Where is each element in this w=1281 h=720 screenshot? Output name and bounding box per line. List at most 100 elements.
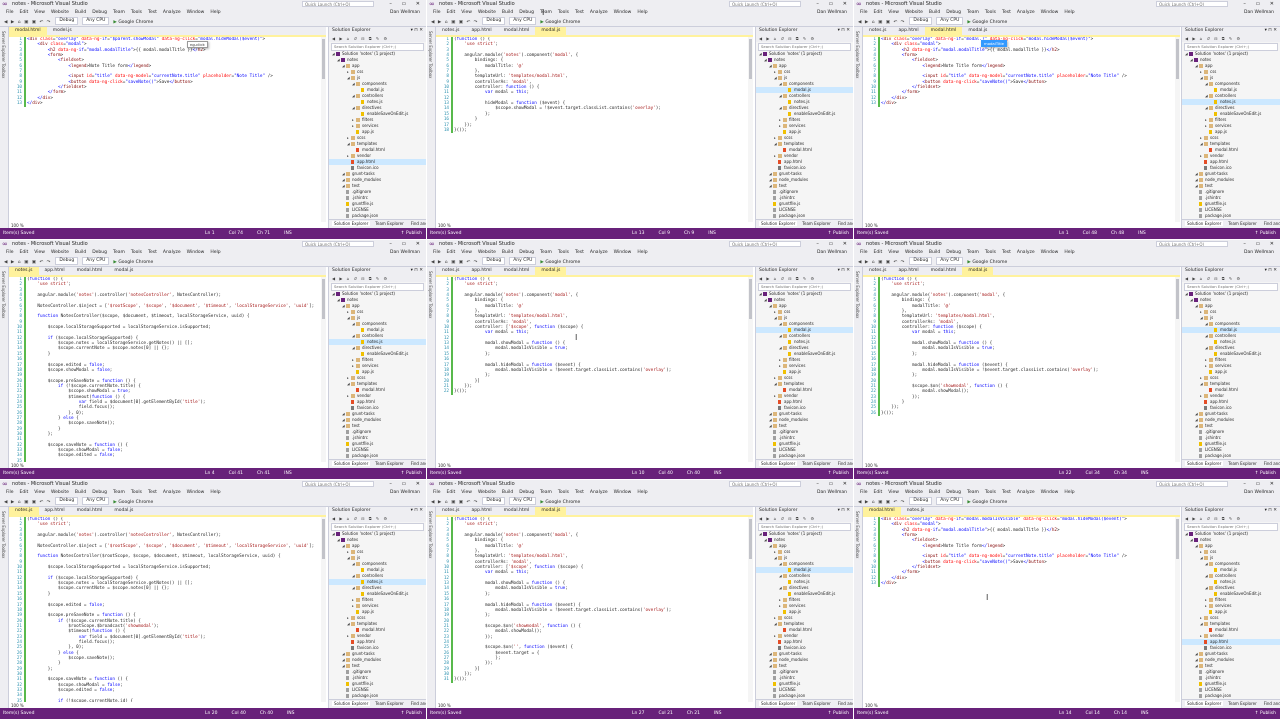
menu-item[interactable]: Website — [478, 10, 496, 15]
editor-scrollbar[interactable] — [321, 37, 326, 222]
menu-item[interactable]: Window — [614, 250, 632, 255]
menu-item[interactable]: Help — [637, 250, 647, 255]
code-area[interactable]: 1 2 3 4 5 6 7 8 9 10 11 12 13 14 15 16 17 18 19 20 21 22 23 24 2… — [436, 517, 747, 702]
panel-tab[interactable]: Team Explorer — [800, 221, 833, 226]
editor-tab[interactable]: notes.js — [863, 267, 893, 275]
menu-item[interactable]: Tools — [985, 10, 996, 15]
toolbar-icons[interactable]: ◀ ▶ ⌂ ▣ ▣ ↶ ↷ — [4, 500, 51, 505]
user-name[interactable]: Dan Wellman — [390, 249, 420, 257]
menu-item[interactable]: Team — [113, 250, 125, 255]
panel-tab[interactable]: Find and Replace — [409, 701, 426, 706]
editor-tab[interactable]: app.html — [466, 27, 498, 35]
menu-item[interactable]: Analyze — [163, 490, 181, 495]
panel-tab[interactable]: Solution Explorer — [1185, 701, 1224, 706]
config-dropdown[interactable]: Debug — [909, 17, 933, 25]
code-area[interactable]: 1 2 3 4 5 6 7 8 9 10 11 12 13 14 15 16 17 18 (function () … — [436, 37, 747, 222]
quick-launch-input[interactable]: Quick Launch (Ctrl+Q) — [302, 481, 374, 487]
code-area[interactable]: 1 2 3 4 5 6 7 8 9 10 11 12 13 14 15 16 17 18 19 20 21 22 23 24 2… — [9, 517, 320, 702]
toolbar-icons[interactable]: ◀ ▶ ⌂ ▣ ▣ ↶ ↷ — [858, 500, 905, 505]
menu-item[interactable]: Window — [1041, 250, 1059, 255]
scrollbar-thumb[interactable] — [1176, 279, 1179, 319]
config-dropdown[interactable]: Debug — [909, 257, 933, 265]
code-area[interactable]: 1 2 3 4 5 6 7 8 9 10 11 12 13 14 15 16 17 18 19 20 21 22 (func… — [436, 277, 747, 462]
panel-tab[interactable]: Find and Replace — [1262, 701, 1280, 706]
solution-explorer-toolbar[interactable]: ◀ ▶ ⌂ ↺ ⊟ ⧉ ✎ ⚙ — [329, 515, 426, 522]
publish-button[interactable]: ↑ Publish — [1255, 228, 1276, 239]
scrollbar-thumb[interactable] — [749, 279, 752, 319]
run-button[interactable]: ▶ Google Chrome — [540, 500, 580, 505]
quick-launch-input[interactable]: Quick Launch (Ctrl+Q) — [1156, 481, 1228, 487]
menu-item[interactable]: Build — [929, 10, 940, 15]
source-code[interactable]: (function () { 'use strict'; angular.mod… — [27, 517, 320, 702]
menu-item[interactable]: View — [461, 490, 472, 495]
panel-tab[interactable]: Solution Explorer — [1185, 221, 1224, 226]
menu-item[interactable]: Analyze — [590, 250, 608, 255]
solution-explorer-toolbar[interactable]: ◀ ▶ ⌂ ↺ ⊟ ⧉ ✎ ⚙ — [756, 515, 853, 522]
menu-item[interactable]: Test — [1002, 250, 1011, 255]
panel-tab[interactable]: Solution Explorer — [759, 701, 798, 706]
menu-item[interactable]: Website — [51, 10, 69, 15]
config-dropdown[interactable]: Debug — [55, 257, 79, 265]
menu-item[interactable]: Help — [210, 10, 220, 15]
menu-item[interactable]: Debug — [92, 490, 107, 495]
solution-explorer-toolbar[interactable]: ◀ ▶ ⌂ ↺ ⊟ ⧉ ✎ ⚙ — [329, 35, 426, 42]
menu-item[interactable]: Test — [148, 490, 157, 495]
editor-tab[interactable]: app.html — [39, 507, 71, 515]
menu-item[interactable]: Help — [637, 10, 647, 15]
window-controls[interactable]: – ▭ ✕ — [1243, 240, 1278, 249]
platform-dropdown[interactable]: Any CPU — [936, 257, 964, 265]
editor-tab[interactable]: model.js — [47, 27, 78, 35]
side-tabs-label[interactable]: Server Explorer Toolbox — [428, 271, 433, 318]
editor-tab[interactable]: notes.js — [9, 507, 39, 515]
editor-scrollbar[interactable] — [321, 277, 326, 462]
window-controls[interactable]: – ▭ ✕ — [1243, 480, 1278, 489]
editor-scrollbar[interactable] — [321, 517, 326, 702]
toolbar-icons[interactable]: ◀ ▶ ⌂ ▣ ▣ ↶ ↷ — [431, 500, 478, 505]
publish-button[interactable]: ↑ Publish — [828, 228, 849, 239]
panel-tab[interactable]: Team Explorer — [1226, 221, 1259, 226]
publish-button[interactable]: ↑ Publish — [828, 468, 849, 479]
menu-item[interactable]: Window — [187, 490, 205, 495]
menu-item[interactable]: Debug — [92, 10, 107, 15]
source-code[interactable]: <div class="overlay" data-ng-if="modal.m… — [881, 517, 1174, 586]
menu-item[interactable]: View — [461, 250, 472, 255]
quick-launch-input[interactable]: Quick Launch (Ctrl+Q) — [1156, 1, 1228, 7]
solution-explorer-toolbar[interactable]: ◀ ▶ ⌂ ↺ ⊟ ⧉ ✎ ⚙ — [756, 275, 853, 282]
platform-dropdown[interactable]: Any CPU — [509, 497, 537, 505]
menu-item[interactable]: Analyze — [163, 10, 181, 15]
menu-item[interactable]: File — [6, 10, 14, 15]
panel-tab[interactable]: Solution Explorer — [332, 461, 371, 466]
solution-explorer-toolbar[interactable]: ◀ ▶ ⌂ ↺ ⊟ ⧉ ✎ ⚙ — [329, 275, 426, 282]
menu-item[interactable]: Website — [478, 250, 496, 255]
menu-item[interactable]: Build — [929, 490, 940, 495]
editor-tab[interactable]: modal.html — [863, 507, 901, 515]
toolbar-icons[interactable]: ◀ ▶ ⌂ ▣ ▣ ↶ ↷ — [858, 20, 905, 25]
panel-tab[interactable]: Solution Explorer — [759, 221, 798, 226]
menu-item[interactable]: File — [860, 490, 868, 495]
menu-item[interactable]: Help — [1064, 250, 1074, 255]
editor-tab[interactable]: notes.js — [436, 267, 466, 275]
user-name[interactable]: Dan Wellman — [817, 489, 847, 497]
run-button[interactable]: ▶ Google Chrome — [967, 20, 1007, 25]
menu-item[interactable]: View — [34, 10, 45, 15]
editor-scrollbar[interactable] — [748, 517, 753, 702]
menu-item[interactable]: Build — [502, 490, 513, 495]
user-name[interactable]: Dan Wellman — [1244, 9, 1274, 17]
run-button[interactable]: ▶ Google Chrome — [967, 260, 1007, 265]
run-button[interactable]: ▶ Google Chrome — [113, 500, 153, 505]
menu-item[interactable]: Build — [75, 250, 86, 255]
solution-explorer-toolbar[interactable]: ◀ ▶ ⌂ ↺ ⊟ ⧉ ✎ ⚙ — [1182, 515, 1280, 522]
editor-scrollbar[interactable] — [748, 37, 753, 222]
user-name[interactable]: Dan Wellman — [390, 9, 420, 17]
menu-item[interactable]: Edit — [874, 490, 883, 495]
menu-item[interactable]: View — [888, 250, 899, 255]
menu-item[interactable]: Help — [637, 490, 647, 495]
code-area[interactable]: 1 2 3 4 5 6 7 8 9 10 11 12 13 14 15 16 17 18 19 20 21 22 23 24 2… — [863, 277, 1174, 462]
editor-tab[interactable]: modal.html — [924, 27, 963, 35]
quick-launch-input[interactable]: Quick Launch (Ctrl+Q) — [302, 1, 374, 7]
publish-button[interactable]: ↑ Publish — [401, 708, 422, 719]
config-dropdown[interactable]: Debug — [482, 17, 506, 25]
menu-item[interactable]: Debug — [519, 250, 534, 255]
run-button[interactable]: ▶ Google Chrome — [113, 260, 153, 265]
panel-tab[interactable]: Solution Explorer — [1185, 461, 1224, 466]
